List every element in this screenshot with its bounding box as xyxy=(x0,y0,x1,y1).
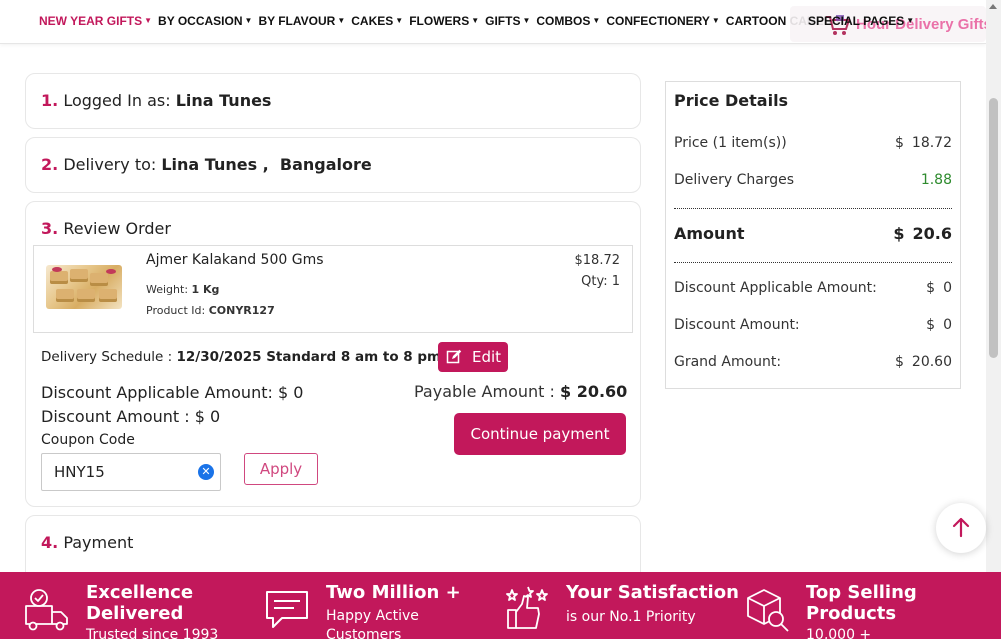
discount-applicable-label: Discount Applicable Amount: xyxy=(674,280,877,296)
nav-item-by-flavour[interactable]: BY FLAVOUR ▼ xyxy=(258,14,345,28)
edit-icon xyxy=(446,349,462,364)
features-footer: Excellence Delivered Trusted since 1993 T… xyxy=(0,572,1001,639)
delivery-charges-label: Delivery Charges xyxy=(674,172,795,188)
caret-down-icon: ▼ xyxy=(244,16,253,25)
logged-in-heading: 1. Logged In as: Lina Tunes xyxy=(41,91,272,110)
feature-subtitle: Customers xyxy=(326,627,402,639)
nav-item-confectionery[interactable]: CONFECTIONERY ▼ xyxy=(606,14,719,28)
feature-title: Your Satisfaction xyxy=(566,582,739,603)
caret-down-icon: ▼ xyxy=(471,16,480,25)
feature-customers: Two Million + Happy Active Customers xyxy=(264,572,494,639)
clear-input-icon[interactable]: ✕ xyxy=(198,464,214,480)
delivery-schedule: Delivery Schedule : 12/30/2025 Standard … xyxy=(41,349,442,365)
feature-top-selling: Top Selling Products 10,000 + xyxy=(744,572,974,639)
price-details-title: Price Details xyxy=(674,91,789,110)
caret-down-icon: ▼ xyxy=(522,16,531,25)
feature-subtitle: is our No.1 Priority xyxy=(566,609,696,625)
coupon-code-label: Coupon Code xyxy=(41,432,135,448)
payment-heading: 4. Payment xyxy=(41,533,134,552)
caret-down-icon: ▼ xyxy=(711,16,720,25)
discount-amount-value: $0 xyxy=(926,317,952,333)
logged-in-user: Lina Tunes xyxy=(175,91,272,110)
scroll-up-arrow-icon[interactable] xyxy=(989,4,997,9)
delivery-charges-value: 1.88 xyxy=(920,172,952,188)
divider xyxy=(674,262,952,263)
price-details-panel: Price Details Price (1 item(s)) $18.72 D… xyxy=(665,81,961,389)
grand-amount-label: Grand Amount: xyxy=(674,354,782,370)
product-id: Product Id: CONYR127 xyxy=(146,304,275,317)
delivery-truck-icon xyxy=(25,589,68,631)
edit-schedule-button[interactable]: Edit xyxy=(438,342,508,372)
nav-item-by-occasion[interactable]: BY OCCASION ▼ xyxy=(158,14,252,28)
amount-value: $20.6 xyxy=(893,224,952,243)
feature-subtitle: 10,000 + xyxy=(806,627,872,639)
caret-down-icon: ▼ xyxy=(144,16,153,25)
nav-item-special-pages[interactable]: SPECIAL PAGES ▼ xyxy=(808,14,914,28)
feature-title: Top Selling Products xyxy=(806,582,917,624)
category-menu: NEW YEAR GIFTS ▼ BY OCCASION ▼ BY FLAVOUR ▼… xyxy=(39,14,848,28)
step-logged-in-card: 1. Logged In as: Lina Tunes xyxy=(25,73,641,129)
nav-item-new-year-gifts[interactable]: NEW YEAR GIFTS ▼ xyxy=(39,14,152,28)
discount-amount-label: Discount Amount: xyxy=(674,317,800,333)
nav-item-flowers[interactable]: FLOWERS ▼ xyxy=(409,14,479,28)
product-quantity: Qty: 1 xyxy=(581,274,620,289)
nav-item-combos[interactable]: COMBOS ▼ xyxy=(536,14,600,28)
caret-down-icon: ▼ xyxy=(337,16,346,25)
step-delivery-card: 2. Delivery to: Lina Tunes , Bangalore xyxy=(25,137,641,193)
caret-down-icon: ▼ xyxy=(906,16,915,25)
caret-down-icon: ▼ xyxy=(592,16,601,25)
feature-title: Two Million + xyxy=(326,582,461,603)
back-to-top-button[interactable] xyxy=(936,503,986,553)
apply-coupon-button[interactable]: Apply xyxy=(244,453,318,485)
product-weight: Weight: 1 Kg xyxy=(146,283,220,296)
arrow-up-icon xyxy=(952,517,970,538)
chat-bubble-icon xyxy=(266,591,308,628)
feature-subtitle: Happy Active xyxy=(326,608,419,624)
order-item: Ajmer Kalakand 500 Gms Weight: 1 Kg Prod… xyxy=(33,245,633,333)
scrollbar-thumb[interactable] xyxy=(989,98,998,358)
product-price: $18.72 xyxy=(574,253,621,268)
amount-label: Amount xyxy=(674,224,745,243)
delivery-recipient: Lina Tunes , Bangalore xyxy=(161,155,372,174)
page-scrollbar[interactable] xyxy=(986,0,1001,572)
payable-amount: Payable Amount : $ 20.60 xyxy=(414,382,628,401)
feature-satisfaction: Your Satisfaction is our No.1 Priority xyxy=(504,572,739,639)
step-review-order-card: 3. Review Order Ajmer Kalakand 500 Gms W… xyxy=(25,201,641,507)
feature-subtitle: Trusted since 1993 xyxy=(86,627,219,639)
discount-applicable-amount: Discount Applicable Amount: $ 0 xyxy=(41,383,304,402)
caret-down-icon: ▼ xyxy=(395,16,404,25)
grand-amount-value: $20.60 xyxy=(894,354,952,370)
price-value: $18.72 xyxy=(894,135,952,151)
feature-excellence: Excellence Delivered Trusted since 1993 xyxy=(24,572,254,639)
discount-amount: Discount Amount : $ 0 xyxy=(41,407,221,426)
discount-applicable-value: $0 xyxy=(926,280,952,296)
nav-item-gifts[interactable]: GIFTS ▼ xyxy=(485,14,530,28)
review-order-heading: 3. Review Order xyxy=(41,219,171,238)
continue-payment-button[interactable]: Continue payment xyxy=(454,413,626,455)
product-image[interactable] xyxy=(46,265,122,309)
box-search-icon xyxy=(747,589,789,632)
feature-title: Excellence Delivered xyxy=(86,582,194,624)
delivery-heading: 2. Delivery to: Lina Tunes , Bangalore xyxy=(41,155,372,174)
top-navigation-bar: NEW YEAR GIFTS ▼ BY OCCASION ▼ BY FLAVOUR ▼… xyxy=(0,0,992,44)
thumbs-up-stars-icon xyxy=(506,586,548,629)
product-name[interactable]: Ajmer Kalakand 500 Gms xyxy=(146,252,324,268)
coupon-code-input[interactable] xyxy=(41,453,221,491)
divider xyxy=(674,208,952,209)
price-label: Price (1 item(s)) xyxy=(674,135,787,151)
nav-item-cakes[interactable]: CAKES ▼ xyxy=(351,14,403,28)
